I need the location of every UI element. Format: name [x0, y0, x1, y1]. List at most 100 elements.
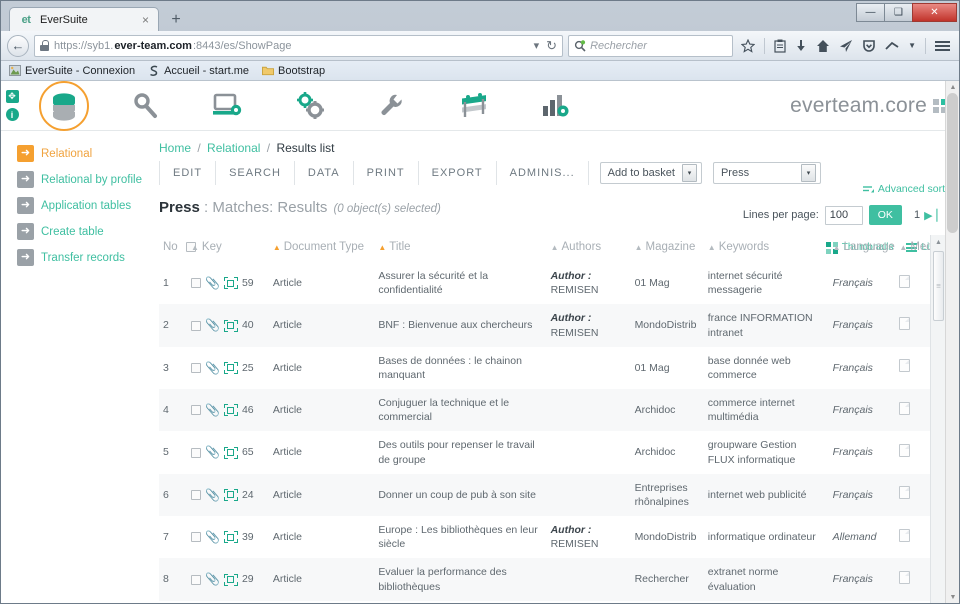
row-checkbox[interactable]: [191, 448, 201, 458]
attachment-icon[interactable]: 📎: [205, 444, 220, 460]
download-icon[interactable]: [795, 39, 807, 53]
pocket-icon[interactable]: [862, 39, 876, 53]
preview-icon[interactable]: [224, 320, 238, 332]
table-row[interactable]: 3📎25ArticleBases de données : le chainon…: [159, 347, 945, 389]
basket-select-box[interactable]: Add to basket ▾: [600, 162, 702, 184]
table-row[interactable]: 4📎46ArticleConjuguer la technique et le …: [159, 389, 945, 431]
attachment-icon[interactable]: 📎: [205, 317, 220, 333]
preview-icon[interactable]: [224, 489, 238, 501]
breadcrumb-relational[interactable]: Relational: [207, 141, 260, 155]
table-row[interactable]: 6📎24ArticleDonner un coup de pub à son s…: [159, 474, 945, 516]
cell-magazine[interactable]: Archidoc: [631, 389, 704, 431]
page-scroll-up-icon[interactable]: ▲: [946, 81, 959, 93]
cell-magazine[interactable]: 01 Mag: [631, 262, 704, 304]
row-checkbox[interactable]: [191, 532, 201, 542]
cell-keywords[interactable]: internet web publicité: [704, 474, 829, 516]
cell-magazine[interactable]: Rechercher: [631, 558, 704, 600]
sidebar-item-relational-by-profile[interactable]: ➜ Relational by profile: [17, 171, 159, 188]
preview-icon[interactable]: [224, 404, 238, 416]
new-tab-button[interactable]: +: [163, 9, 189, 31]
info-icon[interactable]: i: [6, 108, 19, 121]
attachment-icon[interactable]: 📎: [205, 529, 220, 545]
cell-keywords[interactable]: base donnée web commerce: [704, 347, 829, 389]
chevron-down-icon[interactable]: ▼: [908, 41, 916, 50]
nav-database-icon[interactable]: [23, 81, 105, 131]
sidebar-item-transfer-records[interactable]: ➜ Transfer records: [17, 249, 159, 266]
cell-keywords[interactable]: extranet norme évaluation: [704, 558, 829, 600]
cell-keywords[interactable]: groupware Gestion FLUX informatique: [704, 431, 829, 473]
chevron-down-icon[interactable]: ▾: [682, 164, 697, 182]
document-icon[interactable]: [899, 571, 910, 584]
page-scrollbar-thumb[interactable]: [947, 93, 958, 233]
sort-asc-icon[interactable]: ▲: [551, 243, 559, 252]
table-row[interactable]: 2📎40ArticleBNF : Bienvenue aux chercheur…: [159, 304, 945, 346]
send-icon[interactable]: [839, 39, 853, 53]
cell-keywords[interactable]: commerce internet multimédia: [704, 389, 829, 431]
row-checkbox[interactable]: [191, 490, 201, 500]
row-checkbox[interactable]: [191, 405, 201, 415]
url-dropdown-icon[interactable]: ▾: [534, 39, 540, 52]
advanced-sort-button[interactable]: Advanced sort: [863, 183, 945, 195]
close-window-button[interactable]: ✕: [912, 3, 957, 22]
browser-tab[interactable]: et EverSuite ×: [9, 7, 159, 31]
preview-icon[interactable]: [224, 277, 238, 289]
nav-screen-icon[interactable]: [187, 81, 269, 131]
bookmark-bootstrap[interactable]: Bootstrap: [262, 65, 325, 77]
sort-asc-icon[interactable]: ▲: [833, 243, 841, 252]
attachment-icon[interactable]: 📎: [205, 571, 220, 587]
tab-export[interactable]: EXPORT: [419, 161, 497, 185]
clipped-icon[interactable]: [885, 40, 899, 52]
cell-keywords[interactable]: internet sécurité messagerie: [704, 262, 829, 304]
col-no[interactable]: No: [159, 235, 187, 262]
table-scrollbar[interactable]: ▲ ▼: [930, 235, 945, 603]
table-select[interactable]: Press ▾: [713, 162, 821, 184]
last-page-icon[interactable]: ▏: [937, 209, 945, 222]
col-document-type[interactable]: ▲Document Type: [269, 235, 375, 262]
cell-keywords[interactable]: france INFORMATION intranet: [704, 304, 829, 346]
row-checkbox[interactable]: [191, 278, 201, 288]
cell-magazine[interactable]: Entreprises rhônalpines: [631, 474, 704, 516]
document-icon[interactable]: [899, 402, 910, 415]
nav-workflow-icon[interactable]: [433, 81, 515, 131]
address-bar[interactable]: https://syb1. ever-team.com :8443/es/Sho…: [34, 35, 563, 57]
home-icon[interactable]: [816, 39, 830, 53]
next-page-icon[interactable]: ▶: [924, 209, 932, 222]
document-icon[interactable]: [899, 529, 910, 542]
col-language[interactable]: ▲Language: [829, 235, 896, 262]
document-icon[interactable]: [899, 275, 910, 288]
close-tab-icon[interactable]: ×: [139, 14, 152, 26]
cell-magazine[interactable]: Archidoc: [631, 601, 704, 603]
cell-keywords[interactable]: informatique ordinateur: [704, 516, 829, 558]
tab-search[interactable]: SEARCH: [216, 161, 295, 185]
table-row[interactable]: 8📎29ArticleEvaluer la performance des bi…: [159, 558, 945, 600]
col-magazine[interactable]: ▲Magazine: [631, 235, 704, 262]
tab-administration[interactable]: ADMINIS...: [497, 161, 589, 185]
table-scrollbar-thumb[interactable]: [933, 251, 944, 321]
nav-search-icon[interactable]: [105, 81, 187, 131]
basket-select[interactable]: Add to basket ▾: [600, 162, 702, 184]
attachment-icon[interactable]: 📎: [205, 402, 220, 418]
col-title[interactable]: ▲Title: [374, 235, 546, 262]
page-scrollbar[interactable]: ▲ ▼: [945, 81, 959, 603]
table-row[interactable]: 7📎39ArticleEurope : Les bibliothèques en…: [159, 516, 945, 558]
preview-icon[interactable]: [224, 362, 238, 374]
row-checkbox[interactable]: [191, 363, 201, 373]
col-keywords[interactable]: ▲Keywords: [704, 235, 829, 262]
col-key[interactable]: ▲Key: [187, 235, 269, 262]
star-icon[interactable]: [741, 39, 755, 53]
cell-magazine[interactable]: MondoDistrib: [631, 516, 704, 558]
sort-asc-icon[interactable]: ▲: [708, 243, 716, 252]
sort-asc-icon[interactable]: ▲: [191, 243, 199, 252]
attachment-icon[interactable]: 📎: [205, 275, 220, 291]
cell-keywords[interactable]: Gestion extranet entreprise: [704, 601, 829, 603]
sort-asc-icon[interactable]: ▲: [378, 243, 386, 252]
breadcrumb-home[interactable]: Home: [159, 141, 191, 155]
move-icon[interactable]: ✥: [6, 90, 19, 103]
sort-asc-icon[interactable]: ▲: [899, 243, 907, 252]
browser-search-input[interactable]: Rechercher: [568, 35, 733, 57]
nav-wrench-icon[interactable]: [351, 81, 433, 131]
cell-magazine[interactable]: MondoDistrib: [631, 304, 704, 346]
col-authors[interactable]: ▲Authors: [547, 235, 631, 262]
chevron-down-icon[interactable]: ▾: [801, 164, 816, 182]
maximize-button[interactable]: ❑: [884, 3, 913, 22]
